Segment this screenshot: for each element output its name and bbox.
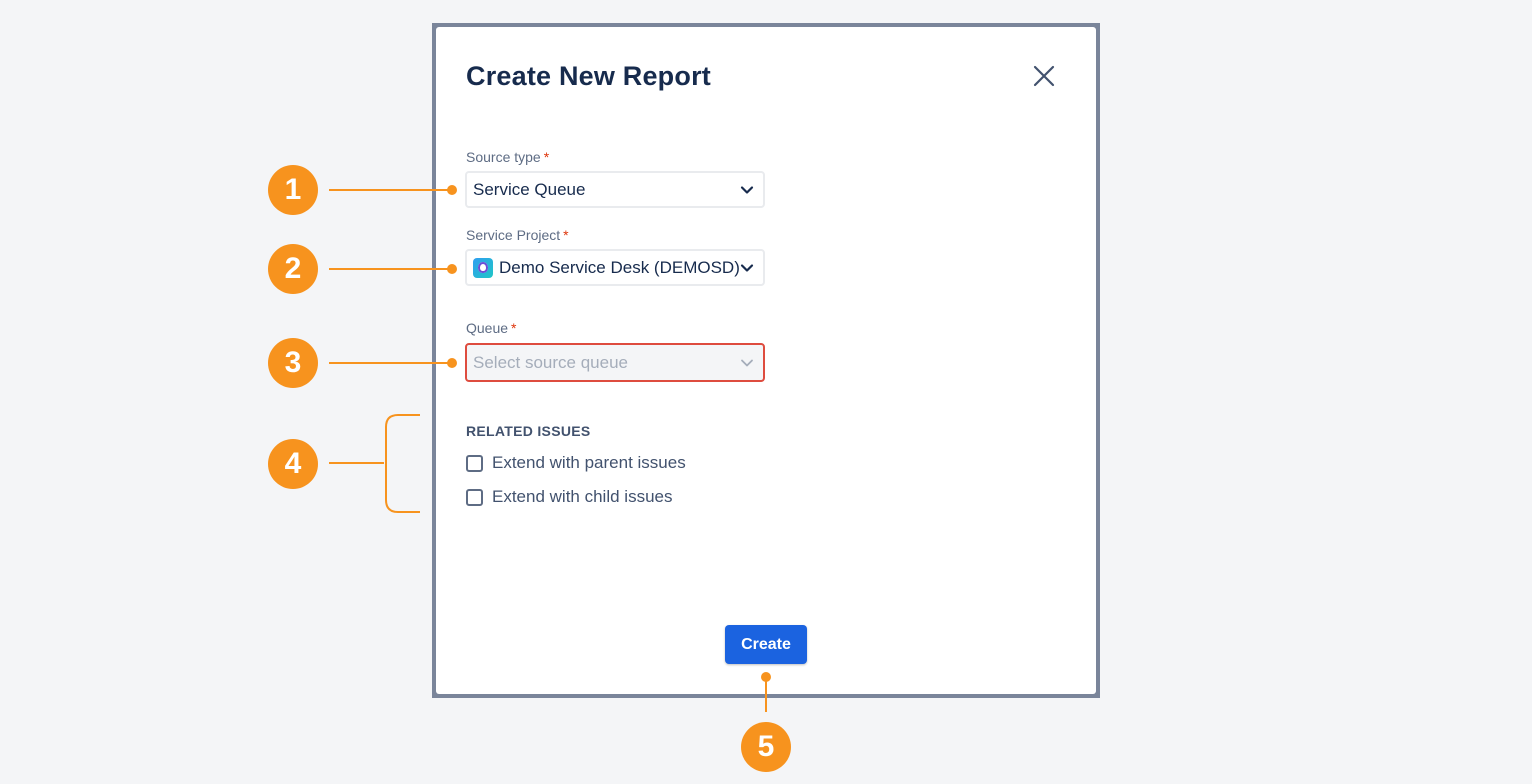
chevron-down-icon (741, 359, 753, 366)
service-project-label: Service Project * (466, 227, 569, 243)
service-project-select[interactable]: Demo Service Desk (DEMOSD) (465, 249, 765, 286)
queue-label: Queue * (466, 320, 517, 336)
callout-2: 2 (268, 244, 318, 294)
extend-child-checkbox[interactable] (466, 488, 483, 506)
extend-parent-checkbox-row[interactable]: Extend with parent issues (466, 453, 686, 473)
chevron-down-icon (740, 185, 754, 194)
chevron-down-icon (740, 263, 754, 272)
required-marker: * (511, 320, 517, 336)
extend-parent-checkbox[interactable] (466, 454, 483, 472)
create-button[interactable]: Create (725, 625, 807, 664)
extend-child-label: Extend with child issues (492, 487, 673, 506)
queue-placeholder: Select source queue (473, 352, 628, 372)
callout-5: 5 (741, 722, 791, 772)
queue-select[interactable]: Select source queue (465, 343, 765, 382)
source-type-label-text: Source type (466, 149, 541, 165)
source-type-value: Service Queue (473, 179, 586, 199)
service-project-label-text: Service Project (466, 227, 561, 243)
callout-3: 3 (268, 338, 318, 388)
source-type-label: Source type * (466, 149, 549, 165)
dialog-title: Create New Report (466, 61, 711, 91)
extend-parent-label: Extend with parent issues (492, 453, 686, 472)
source-type-select[interactable]: Service Queue (465, 171, 765, 208)
extend-child-checkbox-row[interactable]: Extend with child issues (466, 487, 672, 507)
required-marker: * (543, 149, 550, 165)
queue-label-text: Queue (466, 320, 509, 336)
callout-1: 1 (268, 165, 318, 215)
close-icon (1033, 65, 1055, 87)
service-project-value: Demo Service Desk (DEMOSD) (499, 257, 740, 277)
project-avatar-icon (473, 257, 493, 278)
callout-4: 4 (268, 439, 318, 489)
required-marker: * (563, 227, 569, 243)
related-issues-heading: RELATED ISSUES (466, 423, 591, 439)
create-report-dialog: Create New Report Source type * Service Q… (436, 27, 1096, 694)
close-button[interactable] (1031, 63, 1057, 89)
